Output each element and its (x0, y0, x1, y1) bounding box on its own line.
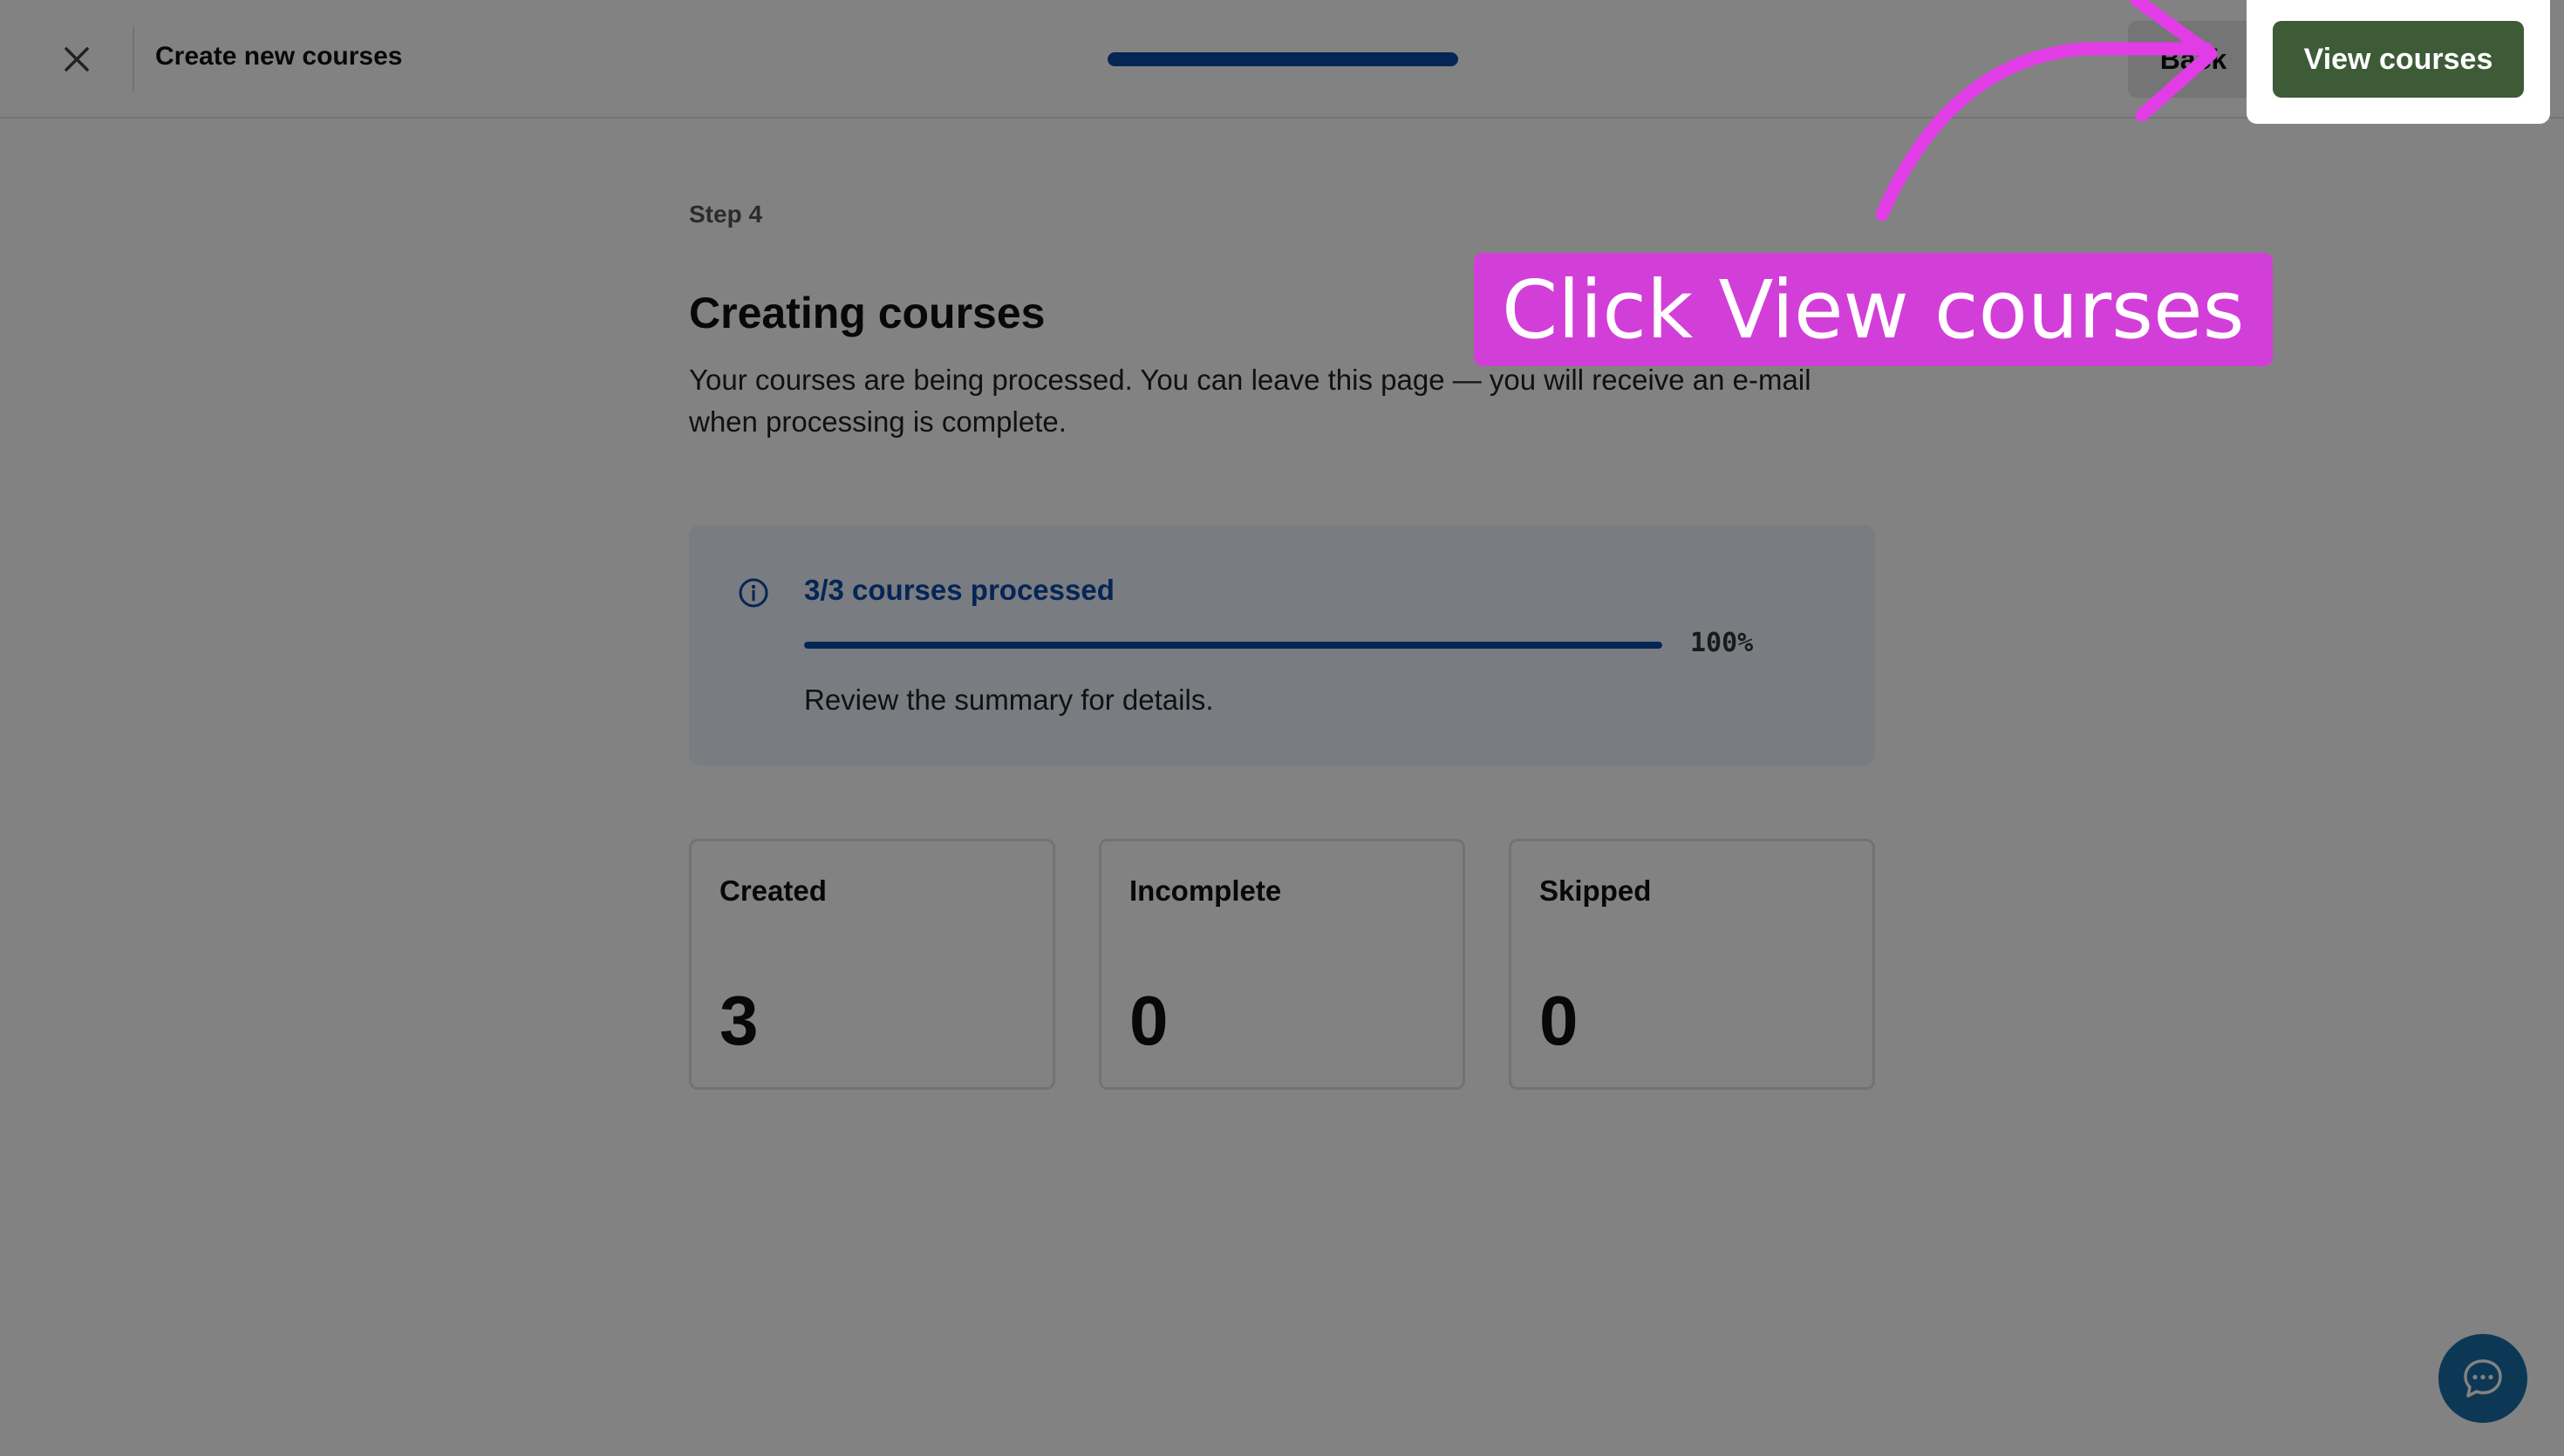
summary-card-label: Incomplete (1129, 874, 1282, 907)
processing-progress-fill (804, 642, 1662, 649)
summary-card-value: 0 (1129, 982, 1169, 1059)
header-title: Create new courses (155, 42, 403, 71)
page: Create new courses Back Step 4 Creating … (0, 0, 2564, 1456)
summary-card-incomplete: Incomplete 0 (1099, 839, 1465, 1090)
step-label: Step 4 (689, 201, 763, 228)
summary-card-value: 0 (1539, 982, 1579, 1059)
chat-bubble-icon (2464, 1359, 2502, 1398)
processing-progress-percent: 100% (1690, 628, 1754, 658)
close-button[interactable] (49, 31, 105, 87)
summary-card-created: Created 3 (689, 839, 1055, 1090)
summary-card-label: Created (719, 874, 827, 907)
close-icon (65, 47, 89, 71)
chat-button[interactable] (2438, 1334, 2527, 1423)
pointer-arrow-icon (1875, 0, 2218, 221)
summary-cards: Created 3 Incomplete 0 Skipped 0 (689, 839, 1875, 1090)
wizard-progress-bar (1108, 52, 1458, 66)
header-divider (133, 26, 134, 92)
processing-status-subtitle: Review the summary for details. (804, 684, 1214, 716)
view-courses-button[interactable]: View courses (2273, 21, 2524, 98)
guide-callout: Click View courses (1474, 253, 2273, 366)
info-icon (739, 578, 768, 608)
processing-progress-bar (804, 642, 1662, 649)
summary-card-label: Skipped (1539, 874, 1652, 907)
wizard-progress-fill (1108, 52, 1458, 66)
page-description: Your courses are being processed. You ca… (689, 364, 1811, 438)
summary-card-value: 3 (719, 982, 759, 1059)
processing-status-title: 3/3 courses processed (804, 574, 1115, 606)
summary-card-skipped: Skipped 0 (1509, 839, 1875, 1090)
